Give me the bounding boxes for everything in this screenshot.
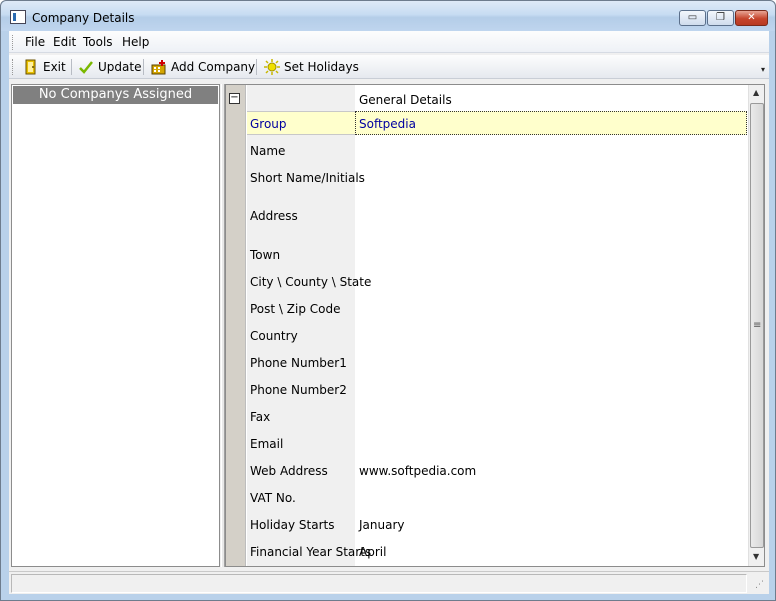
toolbar-overflow-icon[interactable]: ▾ xyxy=(761,65,765,74)
menu-edit[interactable]: Edit xyxy=(53,35,76,49)
toolbar: Exit Update Add Company Set Holidays ▾ xyxy=(9,55,769,79)
set-holidays-label: Set Holidays xyxy=(284,60,359,74)
minimize-button[interactable]: ▭ xyxy=(679,10,706,26)
menu-help[interactable]: Help xyxy=(122,35,149,49)
app-window: Company Details ▭ ❐ ✕ File Edit Tools He… xyxy=(0,0,776,601)
exit-label: Exit xyxy=(43,60,66,74)
close-button[interactable]: ✕ xyxy=(735,10,768,26)
scroll-thumb[interactable] xyxy=(750,103,764,548)
menu-tools[interactable]: Tools xyxy=(83,35,113,49)
row-label: Town xyxy=(250,248,281,262)
add-company-button[interactable]: Add Company xyxy=(151,58,255,76)
update-label: Update xyxy=(98,60,142,74)
toolbar-separator xyxy=(143,59,144,75)
client-area: File Edit Tools Help Exit Update Add Com… xyxy=(9,31,769,594)
set-holidays-button[interactable]: Set Holidays xyxy=(264,58,359,76)
add-company-label: Add Company xyxy=(171,60,256,74)
grid-gutter: − xyxy=(226,85,246,566)
maximize-button[interactable]: ❐ xyxy=(707,10,734,26)
resize-grip-icon[interactable]: ⋰ xyxy=(755,580,767,592)
row-label: Short Name/Initials xyxy=(250,171,365,185)
update-button[interactable]: Update xyxy=(78,58,141,76)
row-value[interactable]: January xyxy=(359,518,405,532)
row-label: Group xyxy=(250,117,287,131)
toolbar-grip[interactable] xyxy=(12,59,15,75)
row-label: VAT No. xyxy=(250,491,296,505)
menu-bar: File Edit Tools Help xyxy=(9,31,769,53)
row-label: Holiday Starts xyxy=(250,518,335,532)
row-label: Phone Number1 xyxy=(250,356,347,370)
row-label: Name xyxy=(250,144,286,158)
status-bar: ⋰ xyxy=(9,571,769,594)
checkmark-icon xyxy=(78,59,94,75)
app-icon[interactable] xyxy=(10,10,26,24)
company-tree-pane[interactable]: No Companys Assigned xyxy=(11,84,220,567)
vertical-scrollbar[interactable]: ▲ ▼ xyxy=(748,85,764,566)
scroll-down-icon[interactable]: ▼ xyxy=(753,552,759,561)
row-label: Address xyxy=(250,209,298,223)
property-grid[interactable]: − General Details Group Softpedia Name S… xyxy=(225,84,765,567)
section-title: General Details xyxy=(359,93,452,107)
row-value[interactable]: www.softpedia.com xyxy=(359,464,476,478)
status-panel xyxy=(11,574,747,593)
exit-button[interactable]: Exit xyxy=(23,58,66,76)
scroll-up-icon[interactable]: ▲ xyxy=(753,88,759,97)
row-label: Financial Year Starts xyxy=(250,545,372,559)
row-label: Phone Number2 xyxy=(250,383,347,397)
title-bar[interactable]: Company Details ▭ ❐ ✕ xyxy=(1,1,775,31)
row-label: Fax xyxy=(250,410,271,424)
door-exit-icon xyxy=(23,59,39,75)
row-label: City \ County \ State xyxy=(250,275,372,289)
row-label: Email xyxy=(250,437,284,451)
company-list-header: No Companys Assigned xyxy=(13,86,218,104)
collapse-icon[interactable]: − xyxy=(229,93,240,104)
window-title: Company Details xyxy=(32,11,135,25)
row-label: Country xyxy=(250,329,298,343)
row-label: Web Address xyxy=(250,464,328,478)
row-label: Post \ Zip Code xyxy=(250,302,341,316)
menu-grip[interactable] xyxy=(12,35,15,50)
row-value[interactable]: Softpedia xyxy=(359,117,416,131)
row-value[interactable]: April xyxy=(359,545,386,559)
add-company-icon xyxy=(151,59,167,75)
toolbar-separator xyxy=(71,59,72,75)
menu-file[interactable]: File xyxy=(25,35,45,49)
sun-icon xyxy=(264,59,280,75)
toolbar-separator xyxy=(256,59,257,75)
